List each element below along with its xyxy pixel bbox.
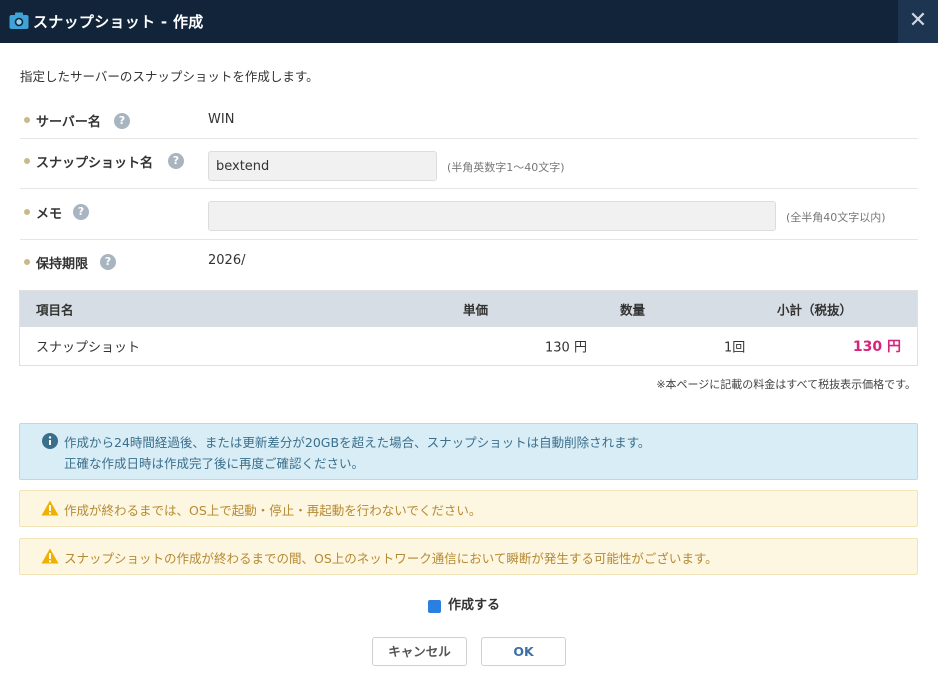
close-icon[interactable]: ✕ (898, 0, 938, 43)
memo-hint: (全半角40文字以内) (786, 211, 886, 224)
bullet-icon (24, 117, 30, 123)
help-icon[interactable]: ? (100, 254, 116, 270)
retention-value: 2026/ (208, 253, 246, 268)
snapshot-name-row: スナップショット名 ? (半角英数字1～40文字) (20, 139, 918, 189)
row-subtotal: 130 円 (852, 339, 901, 355)
warning-triangle-icon (41, 500, 59, 516)
table-row: スナップショット 130 円 1回 130 円 (20, 327, 917, 365)
header-quantity: 数量 (620, 302, 646, 318)
bullet-icon (24, 158, 30, 164)
bullet-icon (24, 259, 30, 265)
camera-icon (9, 12, 29, 29)
server-name-row: サーバー名 ? WIN (20, 101, 918, 139)
retention-label: 保持期限 (36, 257, 89, 272)
warning-triangle-icon (41, 548, 59, 564)
cancel-button[interactable]: キャンセル (372, 637, 467, 666)
help-icon[interactable]: ? (114, 113, 130, 129)
snapshot-name-input[interactable] (208, 151, 437, 181)
dialog-titlebar: スナップショット - 作成 ✕ (0, 0, 938, 43)
header-subtotal: 小計（税抜） (777, 302, 853, 318)
server-name-value: WIN (208, 112, 235, 127)
info-alert: 作成から24時間経過後、または更新差分が20GBを超えた場合、スナップショットは… (19, 423, 918, 480)
retention-row: 保持期限 ? 2026/ (20, 240, 918, 284)
memo-input[interactable] (208, 201, 776, 231)
row-unit-price: 130 円 (545, 340, 587, 356)
intro-text: 指定したサーバーのスナップショットを作成します。 (20, 69, 319, 84)
bullet-icon (24, 209, 30, 215)
confirm-create-checkbox[interactable] (428, 600, 441, 613)
dialog-title: スナップショット - 作成 (33, 13, 204, 31)
header-unit-price: 単価 (463, 302, 489, 318)
memo-label: メモ (36, 207, 63, 222)
tax-note: ※本ページに記載の料金はすべて税抜表示価格です。 (656, 378, 916, 391)
pricing-table: 項目名 単価 数量 小計（税抜） スナップショット 130 円 1回 130 円 (19, 290, 918, 366)
memo-row: メモ ? (全半角40文字以内) (20, 189, 918, 240)
warning-text-os: 作成が終わるまでは、OS上で起動・停止・再起動を行わないでください。 (64, 503, 482, 518)
warning-text-network: スナップショットの作成が終わるまでの間、OS上のネットワーク通信において瞬断が発… (64, 551, 718, 566)
info-circle-icon (42, 433, 58, 449)
header-item: 項目名 (36, 302, 74, 318)
row-item: スナップショット (36, 340, 141, 356)
table-header: 項目名 単価 数量 小計（税抜） (20, 291, 917, 327)
warning-alert-os: 作成が終わるまでは、OS上で起動・停止・再起動を行わないでください。 (19, 490, 918, 527)
help-icon[interactable]: ? (168, 153, 184, 169)
snapshot-name-hint: (半角英数字1～40文字) (447, 161, 565, 174)
warning-alert-network: スナップショットの作成が終わるまでの間、OS上のネットワーク通信において瞬断が発… (19, 538, 918, 575)
ok-button[interactable]: OK (481, 637, 566, 666)
confirm-create-label[interactable]: 作成する (448, 594, 500, 613)
help-icon[interactable]: ? (73, 204, 89, 220)
server-name-label: サーバー名 (36, 115, 101, 130)
row-quantity: 1回 (724, 340, 746, 356)
snapshot-name-label: スナップショット名 (36, 156, 154, 171)
info-line-2: 正確な作成日時は作成完了後に再度ご確認ください。 (64, 456, 365, 471)
info-line-1: 作成から24時間経過後、または更新差分が20GBを超えた場合、スナップショットは… (64, 435, 651, 450)
